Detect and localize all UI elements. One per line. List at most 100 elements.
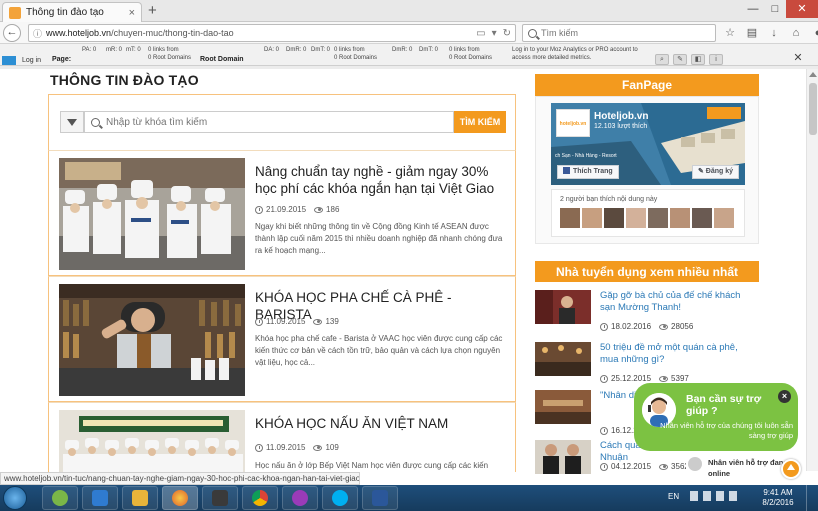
tray-volume-icon[interactable]: [716, 491, 724, 501]
article-title[interactable]: Nâng chuẩn tay nghề - giảm ngay 30% học …: [255, 163, 505, 197]
taskbar-app-5[interactable]: [202, 486, 238, 510]
window-controls: — □ ✕: [742, 0, 818, 18]
maximize-button[interactable]: □: [764, 0, 786, 18]
chat-close-button[interactable]: ×: [778, 390, 791, 403]
browser-search-input[interactable]: [541, 28, 701, 38]
moz-root-dmr: DmR: 0: [392, 47, 413, 53]
avatar[interactable]: [560, 208, 580, 228]
dropdown-icon[interactable]: ▾: [492, 28, 497, 39]
article-thumbnail[interactable]: [59, 158, 245, 270]
chat-icon[interactable]: ●: [810, 25, 818, 41]
moz-pa: PA: 0: [82, 47, 97, 53]
article-card[interactable]: KHÓA HỌC PHA CHẾ CÀ PHÊ - BARISTA 11.09.…: [48, 276, 516, 402]
search-button[interactable]: TÌM KIẾM: [454, 111, 506, 133]
taskbar-firefox[interactable]: [162, 486, 198, 510]
recruiter-thumbnail[interactable]: [535, 290, 591, 324]
back-to-top-button[interactable]: [781, 459, 801, 479]
list-item[interactable]: Gặp gỡ bà chủ của đế chế khách sạn Mường…: [535, 290, 759, 334]
article-excerpt: Học nấu ăn ở lớp Bếp Việt Nam học viên đ…: [255, 461, 489, 470]
avatar[interactable]: [692, 208, 712, 228]
recruiter-title[interactable]: 50 triệu đề mở một quán cà phê, mua nhữn…: [600, 342, 750, 366]
moz-root-dmt: DmT: 0: [419, 47, 439, 53]
avatar[interactable]: [648, 208, 668, 228]
keyword-search-field[interactable]: [84, 111, 454, 133]
moz-mr: mR: 0: [106, 47, 123, 53]
reload-icon[interactable]: ↻: [503, 28, 511, 39]
tray-flag-icon[interactable]: [690, 491, 698, 501]
eye-icon: [659, 323, 669, 330]
recruiter-date: 04.12.2015: [611, 462, 652, 471]
taskbar-app-3[interactable]: [122, 486, 158, 510]
article-thumbnail[interactable]: [59, 410, 245, 473]
bookmark-star-icon[interactable]: ☆: [722, 25, 738, 41]
moz-login-link[interactable]: Log in: [22, 57, 41, 64]
moz-mt: mT: 0: [126, 47, 141, 53]
article-date: 21.09.2015: [266, 205, 307, 214]
taskbar-word[interactable]: [362, 486, 398, 510]
article-thumbnail[interactable]: [59, 284, 245, 396]
recruiter-thumbnail[interactable]: [535, 390, 591, 424]
site-info-icon[interactable]: ⓘ: [33, 27, 42, 40]
support-chat-bubble[interactable]: Bạn cần sự trợ giúp ? Nhân viên hỗ trợ c…: [634, 383, 798, 451]
recruiters-header: Nhà tuyển dụng xem nhiều nhất: [535, 261, 759, 283]
keyword-search-input[interactable]: [106, 116, 446, 128]
avatar[interactable]: [604, 208, 624, 228]
url-text[interactable]: www.hoteljob.vn/chuyen-muc/thong-tin-dao…: [46, 28, 470, 38]
close-window-button[interactable]: ✕: [786, 0, 818, 18]
list-item[interactable]: 50 triệu đề mở một quán cà phê, mua nhữn…: [535, 342, 759, 386]
download-icon[interactable]: ↓: [766, 25, 782, 41]
scroll-up-icon[interactable]: [809, 72, 817, 77]
moz-page-root-text: 0 Root Domains: [148, 55, 192, 61]
link-status-bar: www.hoteljob.vn/tin-tuc/nang-chuan-tay-n…: [0, 472, 360, 485]
tab-bar: Thông tin đào tạo × + — □ ✕: [0, 0, 818, 22]
browser-tab[interactable]: Thông tin đào tạo ×: [2, 2, 142, 22]
article-title[interactable]: KHÓA HỌC NẤU ĂN VIỆT NAM: [255, 415, 505, 432]
filter-button[interactable]: [60, 111, 84, 133]
moz-highlight-icon[interactable]: ◧: [691, 54, 705, 65]
taskbar-app-2[interactable]: [82, 486, 118, 510]
article-card[interactable]: Nâng chuẩn tay nghề - giảm ngay 30% học …: [48, 150, 516, 276]
back-button[interactable]: ←: [3, 24, 21, 42]
like-page-button[interactable]: Thích Trang: [557, 165, 619, 179]
reader-view-icon[interactable]: ▭: [476, 28, 485, 39]
clock-date: 8/2/2016: [762, 498, 794, 507]
tab-close-icon[interactable]: ×: [129, 7, 135, 19]
avatar[interactable]: [714, 208, 734, 228]
start-button[interactable]: [3, 486, 27, 510]
search-bar[interactable]: [522, 24, 716, 42]
language-indicator[interactable]: EN: [668, 492, 679, 501]
new-tab-button[interactable]: +: [148, 3, 157, 19]
moz-edit-icon[interactable]: ✎: [673, 54, 687, 65]
recruiter-thumbnail[interactable]: [535, 440, 591, 474]
facebook-cover[interactable]: hoteljob.vn Hoteljob.vn 12.103 lượt thíc…: [551, 103, 745, 185]
taskbar-clock[interactable]: 9:41 AM 8/2/2016: [755, 488, 801, 508]
moz-close-icon[interactable]: ✕: [790, 52, 806, 64]
signup-button[interactable]: ✎ Đăng ký: [691, 165, 739, 179]
page-scrollbar[interactable]: [806, 69, 818, 471]
moz-info-icon[interactable]: i: [709, 54, 723, 65]
fanpage-name[interactable]: Hoteljob.vn: [594, 111, 648, 122]
filter-icon: [67, 118, 77, 126]
facebook-icon: [563, 167, 570, 174]
search-icon: [528, 28, 537, 38]
scroll-thumb[interactable]: [809, 83, 817, 135]
reading-list-icon[interactable]: ▤: [744, 25, 760, 41]
tray-power-icon[interactable]: [729, 491, 737, 501]
recruiter-thumbnail[interactable]: [535, 342, 591, 376]
system-tray: [690, 491, 742, 501]
taskbar-chrome[interactable]: [242, 486, 278, 510]
avatar[interactable]: [582, 208, 602, 228]
article-card[interactable]: KHÓA HỌC NẤU ĂN VIỆT NAM 11.09.2015 109 …: [48, 402, 516, 473]
taskbar-skype[interactable]: [322, 486, 358, 510]
minimize-button[interactable]: —: [742, 0, 764, 18]
taskbar-app-7[interactable]: [282, 486, 318, 510]
show-desktop-button[interactable]: [806, 485, 818, 511]
avatar[interactable]: [670, 208, 690, 228]
address-bar[interactable]: ⓘ www.hoteljob.vn/chuyen-muc/thong-tin-d…: [28, 24, 516, 42]
avatar[interactable]: [626, 208, 646, 228]
tray-network-icon[interactable]: [703, 491, 711, 501]
home-icon[interactable]: ⌂: [788, 25, 804, 41]
moz-search-icon[interactable]: ⌕: [655, 54, 669, 65]
recruiter-title[interactable]: Gặp gỡ bà chủ của đế chế khách sạn Mường…: [600, 290, 750, 314]
taskbar-app-1[interactable]: [42, 486, 78, 510]
